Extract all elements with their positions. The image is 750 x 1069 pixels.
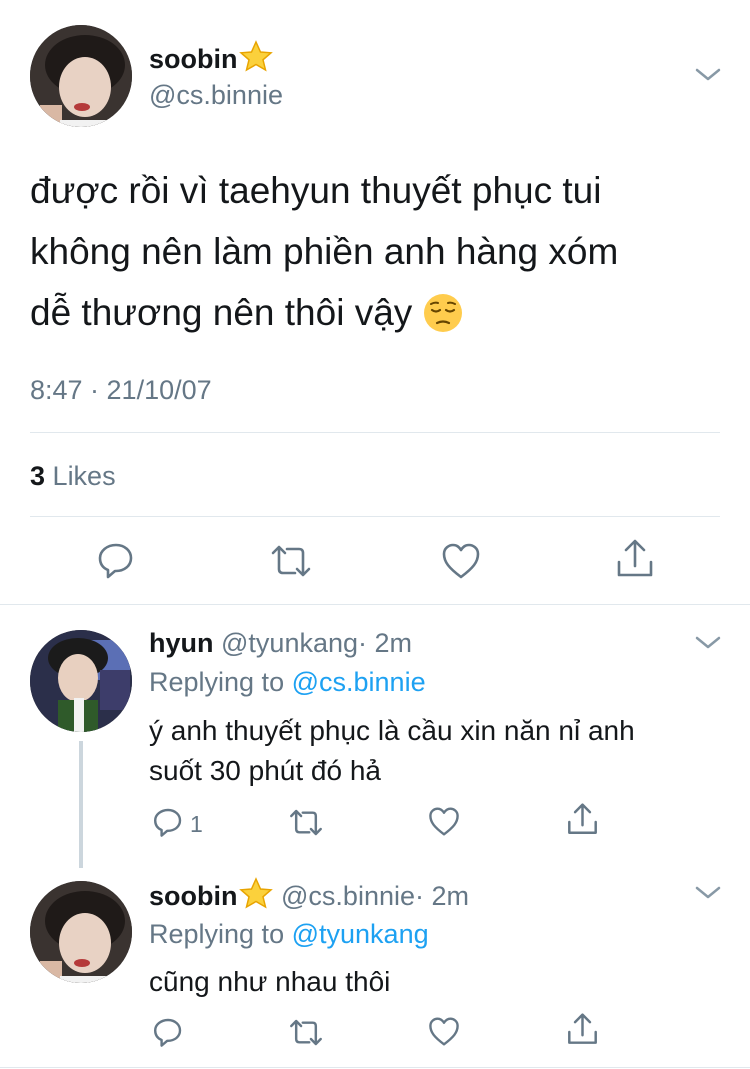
reply-text-line: cũng như nhau thôi (149, 966, 391, 997)
section-divider (0, 604, 750, 605)
reply-icon[interactable] (152, 1016, 184, 1048)
chevron-down-icon[interactable] (694, 882, 722, 902)
likes-label: Likes (52, 461, 116, 491)
share-icon[interactable] (566, 802, 599, 837)
tweet-timestamp[interactable]: 8:47 · 21/10/07 (30, 373, 212, 407)
reply-text-line: ý anh thuyết phục là cầu xin năn nỉ anh (149, 715, 635, 746)
tweet-text-line-with-emoji: dễ thương nên thôi vậy (30, 282, 618, 351)
like-icon[interactable] (441, 542, 481, 580)
reply-header: hyun @tyunkang· 2m (149, 626, 412, 660)
author-display-name[interactable]: hyun (149, 628, 214, 658)
pensive-face-icon (423, 290, 463, 351)
author-handle[interactable]: @tyunkang (221, 628, 358, 658)
chevron-down-icon[interactable] (694, 64, 722, 84)
reply-time[interactable]: · 2m (358, 628, 412, 658)
reply-count: 1 (190, 811, 203, 837)
reply-header: soobin @cs.binnie· 2m (149, 877, 469, 917)
avatar[interactable] (30, 25, 132, 127)
reply-text: cũng như nhau thôi (149, 962, 390, 1002)
like-icon[interactable] (428, 806, 460, 837)
retweet-icon[interactable] (288, 806, 324, 839)
divider (30, 516, 720, 517)
thread-line (79, 741, 83, 868)
author-handle[interactable]: @cs.binnie (149, 78, 283, 112)
divider (30, 432, 720, 433)
replying-to: Replying to @cs.binnie (149, 665, 426, 699)
reply-time[interactable]: · 2m (415, 881, 469, 911)
author-handle[interactable]: @cs.binnie (281, 881, 415, 911)
replying-to-label: Replying to (149, 919, 285, 949)
reply-text: ý anh thuyết phục là cầu xin năn nỉ anh … (149, 711, 635, 791)
likes-stat[interactable]: 3 Likes (30, 459, 116, 493)
tweet-text-line: không nên làm phiền anh hàng xóm (30, 231, 619, 272)
reply-icon[interactable] (96, 540, 136, 580)
like-icon[interactable] (428, 1016, 460, 1047)
star-icon (238, 877, 274, 917)
replying-to: Replying to @tyunkang (149, 917, 429, 951)
replying-to-label: Replying to (149, 667, 285, 697)
avatar[interactable] (30, 630, 132, 732)
author-display-name: soobin (149, 44, 238, 74)
share-icon[interactable] (566, 1012, 599, 1047)
reply-icon[interactable] (152, 806, 184, 838)
reply-text-line: suốt 30 phút đó hả (149, 755, 381, 786)
author-name[interactable]: soobin (149, 40, 274, 80)
avatar[interactable] (30, 881, 132, 983)
retweet-icon[interactable] (288, 1016, 324, 1049)
replying-to-link[interactable]: @cs.binnie (292, 667, 426, 697)
tweet-text-line: được rồi vì taehyun thuyết phục tui (30, 170, 602, 211)
replying-to-link[interactable]: @tyunkang (292, 919, 429, 949)
chevron-down-icon[interactable] (694, 632, 722, 652)
star-icon (238, 40, 274, 80)
retweet-icon[interactable] (269, 541, 313, 581)
bottom-divider (0, 1067, 750, 1068)
share-icon[interactable] (615, 538, 655, 580)
author-display-name[interactable]: soobin (149, 881, 238, 911)
tweet-text: được rồi vì taehyun thuyết phục tui khôn… (30, 160, 618, 351)
likes-count: 3 (30, 461, 46, 491)
